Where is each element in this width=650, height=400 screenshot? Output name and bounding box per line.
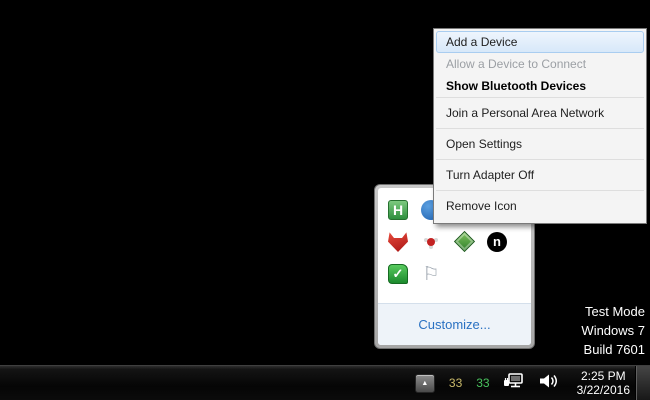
watermark-line: Windows 7 [581, 323, 645, 338]
menu-item-allow-a-device-to-connect: Allow a Device to Connect [446, 57, 587, 71]
menu-item-open-settings[interactable]: Open Settings [436, 129, 644, 159]
network-icon[interactable] [503, 371, 525, 396]
black-n-icon[interactable]: n [487, 232, 507, 252]
speaker-icon[interactable] [537, 371, 559, 396]
red-fox-icon[interactable] [388, 232, 408, 252]
tray-icon-row: ✓ ⚐ [388, 264, 523, 296]
menu-item-remove-icon[interactable]: Remove Icon [436, 191, 644, 221]
menu-item-add-a-device[interactable]: Add a Device [436, 31, 644, 53]
clock-date: 3/22/2016 [576, 383, 630, 397]
temperature-indicator-green[interactable]: 33 [476, 376, 489, 390]
green-check-icon[interactable]: ✓ [388, 264, 408, 284]
menu-item-join-a-personal-area-network[interactable]: Join a Personal Area Network [436, 98, 644, 128]
show-hidden-icons-button[interactable]: ▲ [414, 373, 435, 393]
green-diamond-icon[interactable] [453, 230, 476, 253]
white-flag-icon[interactable]: ⚐ [421, 264, 441, 285]
desktop: Test Mode Windows 7 Build 7601 Hn ✓ ⚐ Cust… [0, 0, 650, 400]
test-mode-watermark: Test Mode Windows 7 Build 7601 [581, 302, 645, 359]
show-desktop-button[interactable] [636, 366, 650, 400]
temperature-indicator-yellow[interactable]: 33 [449, 376, 462, 390]
bluetooth-context-menu: Add a Device Allow a Device to Connect Sho… [433, 28, 647, 224]
taskbar[interactable]: ▲ 33 33 2:25 PM 3/22/2016 [0, 365, 650, 400]
green-h-icon[interactable]: H [388, 200, 408, 220]
menu-item-show-bluetooth-devices[interactable]: Show Bluetooth Devices [436, 75, 644, 97]
tray-icon-row: n [388, 230, 523, 264]
clock-time: 2:25 PM [580, 369, 626, 383]
customize-link[interactable]: Customize... [418, 317, 490, 332]
watermark-line: Build 7601 [583, 342, 645, 357]
taskbar-clock[interactable]: 2:25 PM 3/22/2016 [573, 369, 634, 397]
red-fan-icon[interactable] [421, 232, 441, 252]
system-tray: ▲ 33 33 2:25 PM 3/22/2016 [414, 366, 634, 400]
customize-bar: Customize... [378, 303, 531, 345]
watermark-line: Test Mode [585, 304, 645, 319]
menu-item-turn-adapter-off[interactable]: Turn Adapter Off [436, 160, 644, 190]
